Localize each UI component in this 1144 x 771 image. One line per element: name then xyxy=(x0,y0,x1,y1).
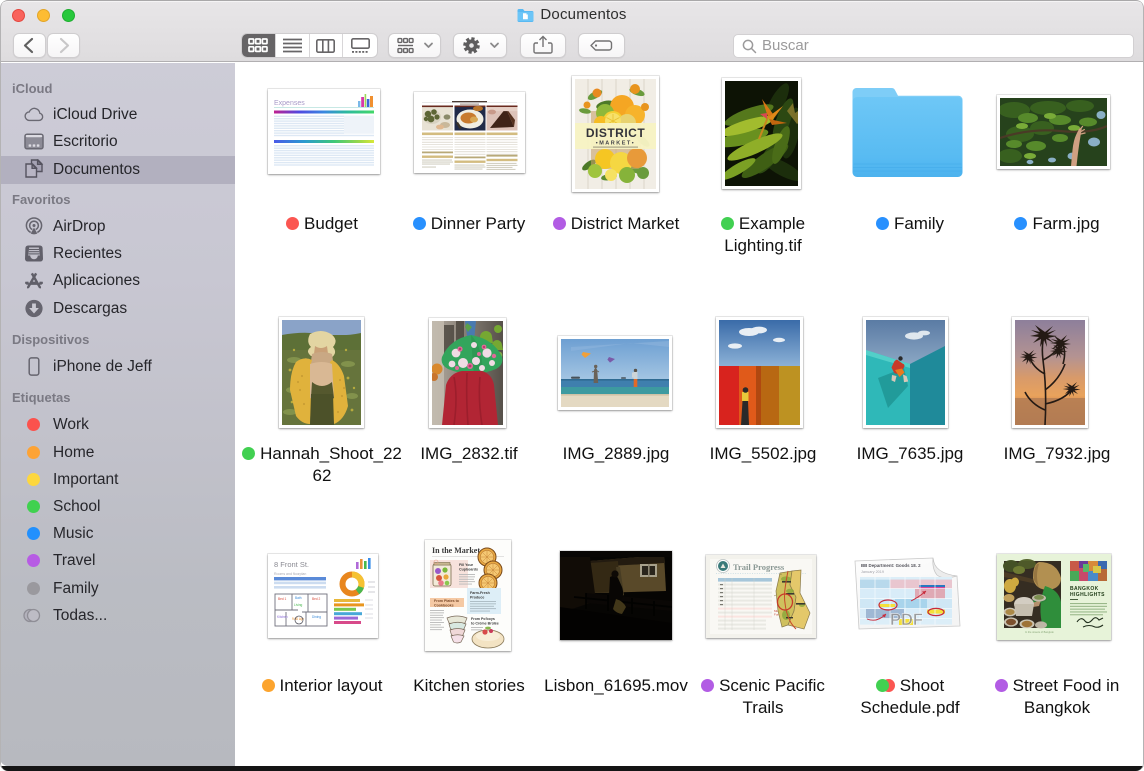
svg-text:•MARKET•: •MARKET• xyxy=(596,141,635,147)
svg-text:Trail Progress: Trail Progress xyxy=(733,562,785,572)
svg-text:Bed 2: Bed 2 xyxy=(312,597,321,601)
svg-text:to Crème Brûlée: to Crème Brûlée xyxy=(471,622,499,626)
svg-text:Expenses: Expenses xyxy=(274,100,305,107)
svg-text:January 2019: January 2019 xyxy=(861,570,884,574)
svg-text:Bath: Bath xyxy=(295,596,302,600)
svg-text:From Po'boys: From Po'boys xyxy=(471,617,495,621)
svg-text:From Plates to: From Plates to xyxy=(434,599,460,603)
svg-text:PDF: PDF xyxy=(890,611,923,629)
svg-text:In the Market: In the Market xyxy=(432,546,480,555)
svg-text:Cookbooks: Cookbooks xyxy=(434,604,454,608)
svg-text:Dining: Dining xyxy=(312,615,321,619)
svg-text:Produce: Produce xyxy=(470,596,484,600)
svg-text:Living: Living xyxy=(294,603,303,607)
svg-text:Rooms and floorplan: Rooms and floorplan xyxy=(274,572,306,576)
svg-text:DISTRICT: DISTRICT xyxy=(586,126,646,140)
svg-text:Farm-Fresh: Farm-Fresh xyxy=(470,591,490,595)
svg-text:Cupboards: Cupboards xyxy=(459,568,478,572)
svg-text:BB Department: Goods 18. 2: BB Department: Goods 18. 2 xyxy=(861,563,921,568)
svg-text:Fill Your: Fill Your xyxy=(459,563,474,567)
svg-text:8 Front St.: 8 Front St. xyxy=(274,560,309,569)
svg-text:Bed 1: Bed 1 xyxy=(278,597,287,601)
svg-text:HIGHLIGHTS: HIGHLIGHTS xyxy=(1070,592,1105,598)
svg-text:Kitchen: Kitchen xyxy=(277,615,288,619)
svg-text:In the streets of Bangkok: In the streets of Bangkok xyxy=(1025,630,1054,634)
